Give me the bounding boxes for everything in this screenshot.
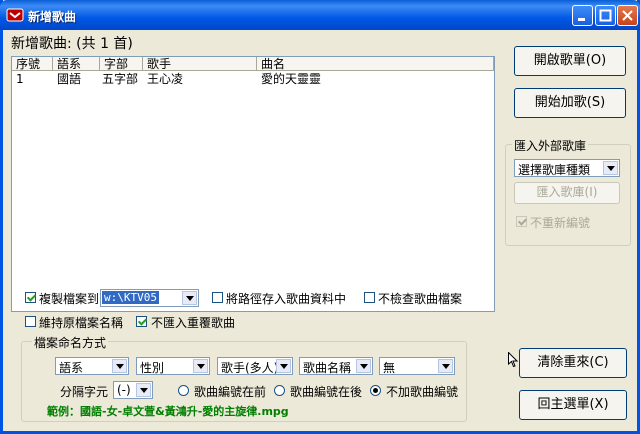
chevron-down-icon[interactable] <box>112 359 127 373</box>
song-list[interactable]: 序號 語系 字部 歌手 曲名 1 國語 五字部 王心凌 愛的天靈靈 <box>11 56 495 312</box>
app-icon <box>6 8 24 22</box>
chevron-down-icon[interactable] <box>438 359 453 373</box>
cell-title: 愛的天靈靈 <box>261 72 322 86</box>
cell-word-count: 五字部 <box>102 72 139 86</box>
radio-no-number-label: 不加歌曲編號 <box>386 385 459 399</box>
maximize-button[interactable] <box>595 5 616 26</box>
cell-language: 國語 <box>57 72 82 86</box>
radio-no-number[interactable] <box>370 385 381 396</box>
chevron-down-icon[interactable] <box>603 161 618 175</box>
column-header-singer[interactable]: 歌手 <box>143 57 257 71</box>
naming-field-5-value: 無 <box>383 361 396 375</box>
library-type-value: 選擇歌庫種類 <box>518 163 591 177</box>
no-duplicates-checkbox[interactable] <box>136 316 147 327</box>
column-header-title[interactable]: 曲名 <box>257 57 494 71</box>
maximize-icon <box>599 9 612 22</box>
no-check-files-checkbox[interactable] <box>364 292 375 303</box>
back-main-button[interactable]: 回主選單(X) <box>519 390 627 420</box>
no-renumber-checkbox[interactable] <box>516 216 527 227</box>
separator-label: 分隔字元 <box>60 385 109 399</box>
save-path-label: 將路徑存入歌曲資料中 <box>226 292 347 306</box>
start-add-button[interactable]: 開始加歌(S) <box>514 88 626 118</box>
copy-files-checkbox[interactable] <box>25 292 36 303</box>
keep-name-checkbox[interactable] <box>25 316 36 327</box>
chevron-down-icon[interactable] <box>193 359 208 373</box>
title-bar[interactable]: 新增歌曲 <box>0 0 640 30</box>
import-group-title: 匯入外部歌庫 <box>512 137 589 154</box>
radio-number-last[interactable] <box>274 385 285 396</box>
keep-name-label: 維持原檔案名稱 <box>39 316 124 330</box>
separator-select[interactable]: (-) <box>113 381 153 399</box>
no-check-files-label: 不檢查歌曲檔案 <box>378 292 463 306</box>
chevron-down-icon[interactable] <box>356 359 371 373</box>
naming-field-3-value: 歌手(多人) <box>221 361 279 375</box>
no-duplicates-label: 不匯入重覆歌曲 <box>151 316 236 330</box>
copy-path-select[interactable]: w:\KTV05 <box>100 289 199 307</box>
column-header-language[interactable]: 語系 <box>53 57 100 71</box>
import-group: 匯入外部歌庫 選擇歌庫種類 匯入歌庫(I) 不重新編號 <box>505 137 631 246</box>
cell-singer: 王心凌 <box>147 72 184 86</box>
window-title: 新增歌曲 <box>28 10 77 24</box>
naming-field-2-select[interactable]: 性別 <box>136 357 210 375</box>
table-row[interactable]: 1 國語 五字部 王心凌 愛的天靈靈 <box>12 72 494 87</box>
mouse-cursor-icon <box>508 352 518 368</box>
chevron-down-icon[interactable] <box>182 291 197 305</box>
naming-group-title: 檔案命名方式 <box>32 334 109 351</box>
naming-field-4-select[interactable]: 歌曲名稱 <box>299 357 373 375</box>
save-path-checkbox[interactable] <box>212 292 223 303</box>
import-songs-button[interactable]: 匯入歌庫(I) <box>514 182 620 204</box>
separator-value: (-) <box>117 383 131 397</box>
minimize-icon <box>578 18 585 21</box>
close-button[interactable] <box>617 5 638 26</box>
client-area: 新增歌曲: (共 1 首) 序號 語系 字部 歌手 曲名 1 國語 五字部 王心… <box>3 30 637 431</box>
naming-field-5-select[interactable]: 無 <box>379 357 455 375</box>
open-songlist-button[interactable]: 開啟歌單(O) <box>514 46 626 76</box>
naming-field-1-value: 語系 <box>59 361 84 375</box>
radio-number-first-label: 歌曲編號在前 <box>194 385 267 399</box>
column-header-word-count[interactable]: 字部 <box>100 57 143 71</box>
no-renumber-label: 不重新編號 <box>530 216 591 230</box>
library-type-select[interactable]: 選擇歌庫種類 <box>514 159 620 177</box>
minimize-button[interactable] <box>572 5 593 26</box>
page-title: 新增歌曲: (共 1 首) <box>11 36 133 52</box>
chevron-down-icon[interactable] <box>276 359 291 373</box>
clear-restart-button[interactable]: 清除重來(C) <box>519 348 627 378</box>
naming-example: 範例：國語-女-卓文萱&黃鴻升-愛的主旋律.mpg <box>47 405 289 418</box>
naming-field-4-value: 歌曲名稱 <box>303 361 352 375</box>
column-header-index[interactable]: 序號 <box>12 57 53 71</box>
copy-path-value: w:\KTV05 <box>102 291 159 304</box>
radio-number-last-label: 歌曲編號在後 <box>290 385 363 399</box>
naming-field-3-select[interactable]: 歌手(多人) <box>217 357 293 375</box>
copy-files-label: 複製檔案到 <box>39 292 100 306</box>
radio-number-first[interactable] <box>178 385 189 396</box>
list-header: 序號 語系 字部 歌手 曲名 <box>12 57 494 72</box>
naming-field-2-value: 性別 <box>140 361 165 375</box>
naming-field-1-select[interactable]: 語系 <box>55 357 129 375</box>
chevron-down-icon[interactable] <box>136 383 151 397</box>
cell-index: 1 <box>16 72 24 86</box>
close-icon <box>622 10 633 21</box>
app-window: 新增歌曲 新增歌曲: (共 1 首) 序號 語系 字部 歌手 曲名 1 國語 五… <box>0 0 640 434</box>
